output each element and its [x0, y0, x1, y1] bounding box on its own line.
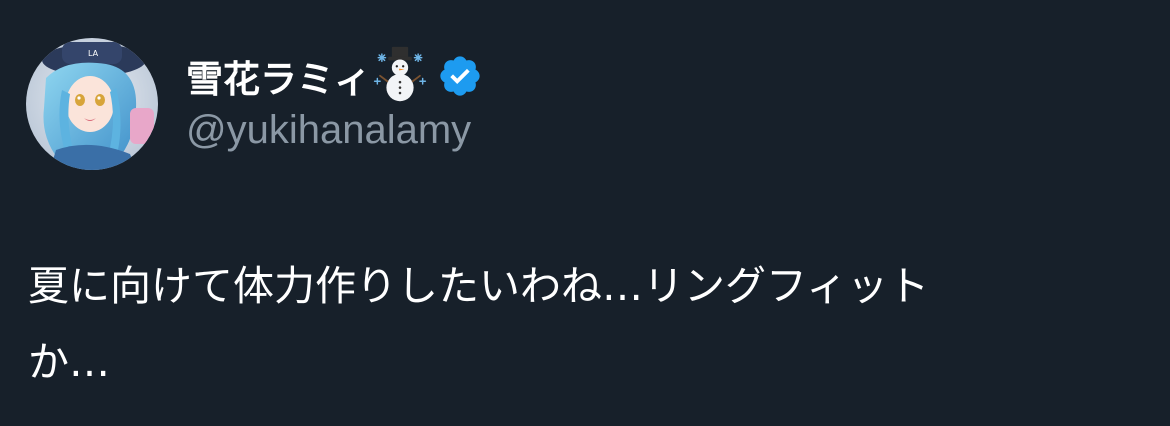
- snowman-icon: [373, 46, 427, 102]
- author-display-name[interactable]: 雪花ラミィ: [186, 49, 371, 103]
- author-avatar[interactable]: LA: [26, 38, 158, 170]
- tweet-text-line-2: か…: [28, 338, 110, 386]
- tweet-text-line-1: 夏に向けて体力作りしたいわね…リングフィット: [28, 262, 930, 310]
- avatar-image: LA: [26, 38, 158, 170]
- verified-badge-icon[interactable]: [437, 53, 483, 99]
- tweet-text: 夏に向けて体力作りしたいわね…リングフィット か…: [28, 248, 1128, 400]
- author-name-row: 雪花ラミィ: [186, 46, 483, 103]
- author-handle[interactable]: @yukihanalamy: [186, 108, 471, 153]
- tweet-card: LA 雪花ラミィ @yukihanalamy 夏に向けて体力作りしたいわね…リン…: [0, 0, 1170, 426]
- svg-text:LA: LA: [88, 49, 99, 58]
